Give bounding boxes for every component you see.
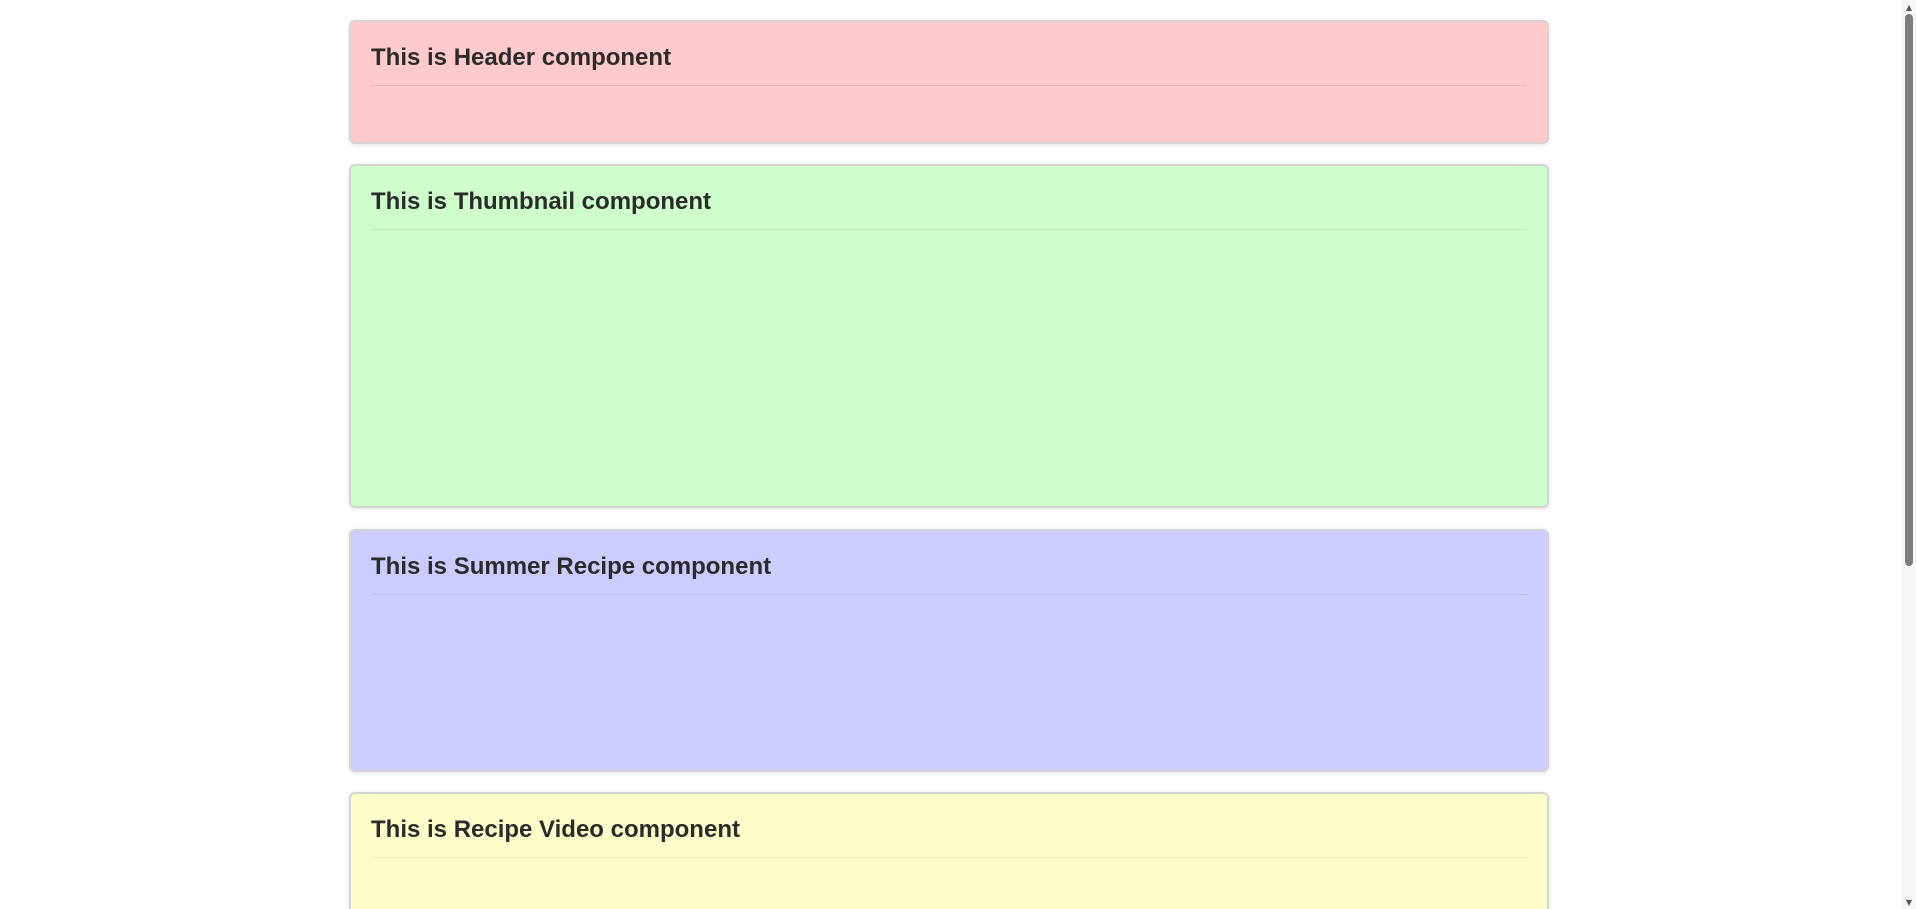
summer-recipe-component-card: This is Summer Recipe component [349, 529, 1549, 772]
recipe-video-component-card: This is Recipe Video component [349, 792, 1549, 909]
page-viewport: This is Header component This is Thumbna… [0, 0, 1916, 909]
vertical-scrollbar[interactable]: ▲ ▼ [1902, 0, 1916, 909]
scroll-up-arrow-icon[interactable]: ▲ [1902, 0, 1916, 14]
scroll-down-arrow-icon[interactable]: ▼ [1902, 895, 1916, 909]
thumbnail-component-title: This is Thumbnail component [371, 186, 1527, 231]
scrollbar-thumb[interactable] [1905, 14, 1913, 566]
recipe-video-component-title: This is Recipe Video component [371, 814, 1527, 859]
header-component-card: This is Header component [349, 20, 1549, 144]
header-component-title: This is Header component [371, 42, 1527, 87]
summer-recipe-component-title: This is Summer Recipe component [371, 551, 1527, 596]
thumbnail-component-card: This is Thumbnail component [349, 164, 1549, 508]
